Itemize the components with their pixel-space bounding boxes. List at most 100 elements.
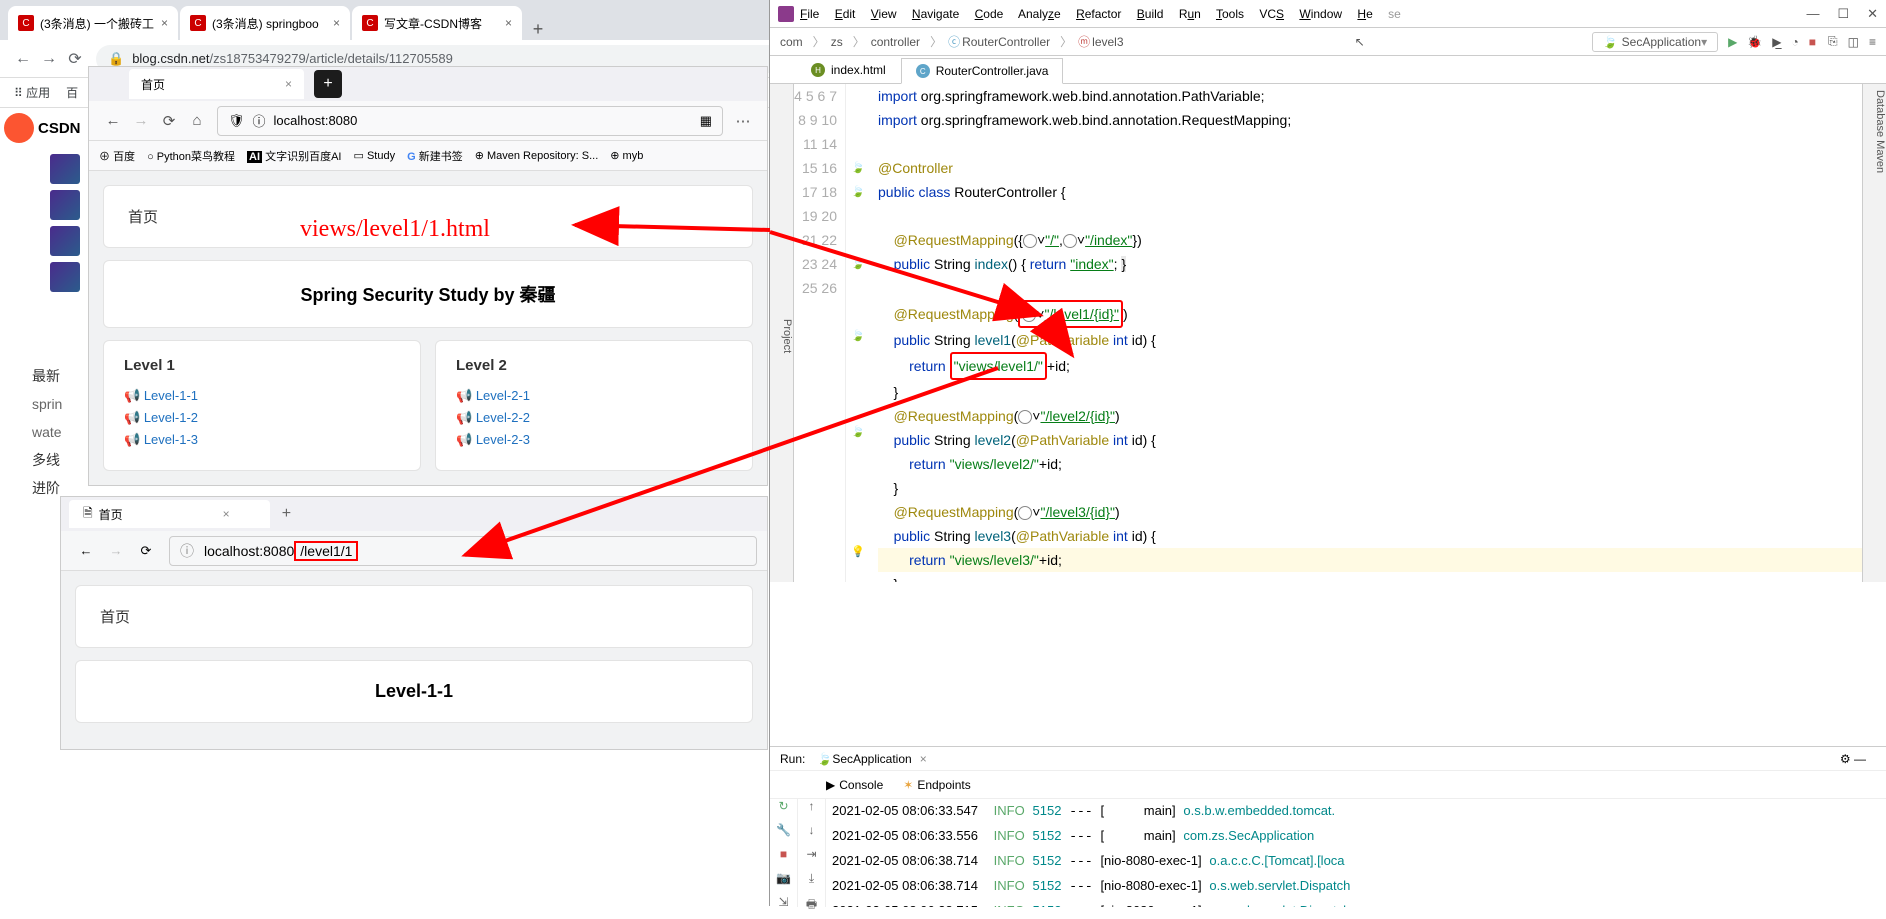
console-tab[interactable]: ▶Console — [826, 778, 883, 792]
git-icon[interactable]: ⎘ — [1828, 34, 1838, 49]
menu-vcs[interactable]: VCS — [1259, 7, 1284, 21]
up-icon[interactable]: ↑ — [798, 799, 825, 823]
back-icon[interactable]: ← — [10, 50, 36, 68]
menu-analyze[interactable]: Analyze — [1018, 7, 1061, 21]
level-link[interactable]: Level-2-1 — [456, 388, 732, 404]
firefox-tab[interactable]: 首页× — [129, 69, 304, 99]
reload-icon[interactable]: ⟳ — [62, 49, 88, 69]
close-icon[interactable]: × — [333, 16, 340, 30]
close-icon[interactable]: × — [161, 16, 168, 30]
search-hint[interactable]: se — [1388, 7, 1401, 21]
menu-navigate[interactable]: Navigate — [912, 7, 959, 21]
endpoints-tab[interactable]: ✶Endpoints — [903, 778, 970, 792]
menu-code[interactable]: Code — [975, 7, 1004, 21]
code-editor[interactable]: 4 5 6 7 8 9 10 11 14 15 16 17 18 19 20 2… — [794, 84, 1862, 582]
qr-icon[interactable]: ▦ — [700, 113, 712, 129]
down-icon[interactable]: ↓ — [798, 823, 825, 847]
apps-button[interactable]: ⠿ 应用 — [14, 84, 50, 101]
search-icon[interactable]: ◫ — [1848, 35, 1859, 49]
level-link[interactable]: Level-1-1 — [124, 388, 400, 404]
menu-tools[interactable]: Tools — [1216, 7, 1244, 21]
rerun-icon[interactable]: ↻ — [770, 799, 797, 823]
home-icon[interactable]: ⌂ — [183, 112, 211, 129]
back-arrow-icon[interactable]: ↖ — [1355, 35, 1365, 49]
stop-icon[interactable]: ■ — [770, 847, 797, 871]
scroll-icon[interactable]: ⤓ — [798, 871, 825, 895]
new-tab-button[interactable]: + — [314, 70, 342, 98]
menu-help[interactable]: He — [1357, 7, 1372, 21]
thumbnail[interactable] — [50, 154, 80, 184]
close-icon[interactable]: × — [223, 507, 230, 521]
address-bar[interactable]: 🛡ⓘlocalhost:8080▦ — [217, 106, 723, 136]
forward-icon[interactable]: → — [36, 50, 62, 68]
close-icon[interactable]: × — [505, 16, 512, 30]
breadcrumb[interactable]: RouterController — [962, 35, 1050, 49]
code-content[interactable]: import org.springframework.web.bind.anno… — [870, 84, 1862, 582]
back-icon[interactable]: ← — [99, 112, 127, 129]
address-bar[interactable]: ⓘlocalhost:8080/level1/1 — [169, 536, 757, 566]
csdn-logo[interactable]: CSDN — [0, 108, 88, 148]
run-icon[interactable]: ▶ — [1728, 35, 1737, 49]
editor-tab[interactable]: Hindex.html — [796, 57, 901, 83]
thumbnail[interactable] — [50, 190, 80, 220]
maximize-icon[interactable]: ☐ — [1837, 6, 1849, 22]
editor-tab[interactable]: CRouterController.java — [901, 58, 1064, 84]
right-tool-buttons[interactable]: Database Maven — [1862, 84, 1886, 582]
chrome-tab[interactable]: C(3条消息) springboo× — [180, 6, 350, 40]
camera-icon[interactable]: 📷 — [770, 871, 797, 895]
chrome-tab[interactable]: C(3条消息) 一个搬砖工× — [8, 6, 178, 40]
stop-icon[interactable]: ■ — [1809, 35, 1816, 49]
breadcrumb[interactable]: com — [780, 35, 803, 49]
menu-run[interactable]: Run — [1179, 7, 1201, 21]
bookmark-item[interactable]: ⊕ Maven Repository: S... — [475, 149, 599, 162]
level-link[interactable]: Level-2-2 — [456, 410, 732, 426]
menu-build[interactable]: Build — [1137, 7, 1164, 21]
bookmark-item[interactable]: ▭ Study — [353, 149, 395, 162]
gear-icon[interactable]: ⚙ — — [1840, 752, 1866, 766]
tool-icon[interactable]: 🔧 — [770, 823, 797, 847]
reload-icon[interactable]: ⟳ — [155, 112, 183, 130]
project-tool-button[interactable]: Project — [770, 84, 794, 582]
profile-icon[interactable]: ◔ — [1792, 35, 1799, 49]
coverage-icon[interactable]: ▶̲ — [1772, 35, 1781, 49]
print-icon[interactable]: 🖶 — [798, 895, 825, 919]
menu-window[interactable]: Window — [1299, 7, 1342, 21]
reload-icon[interactable]: ⟳ — [131, 543, 161, 559]
menu-icon[interactable]: ⋯ — [729, 112, 757, 130]
minimize-icon[interactable]: — — [1806, 6, 1819, 22]
level-link[interactable]: Level-1-3 — [124, 432, 400, 448]
close-icon[interactable]: × — [285, 77, 292, 91]
bookmark-item[interactable]: ○ Python菜鸟教程 — [147, 148, 235, 164]
menu-view[interactable]: View — [871, 7, 897, 21]
level-link[interactable]: Level-1-2 — [124, 410, 400, 426]
new-tab-button[interactable]: + — [524, 19, 552, 40]
console-output[interactable]: 2021-02-05 08:06:33.547 INFO 5152 --- [ … — [826, 799, 1886, 907]
bookmark-item[interactable]: ⊕ 百度 — [99, 148, 135, 164]
bookmark-item[interactable]: 百 — [66, 84, 78, 101]
back-icon[interactable]: ← — [71, 543, 101, 558]
settings-icon[interactable]: ≡ — [1869, 35, 1876, 49]
wrap-icon[interactable]: ⇥ — [798, 847, 825, 871]
thumbnail[interactable] — [50, 226, 80, 256]
bookmark-item[interactable]: G 新建书签 — [407, 148, 463, 164]
thumbnail[interactable] — [50, 262, 80, 292]
exit-icon[interactable]: ⇲ — [770, 895, 797, 919]
forward-icon[interactable]: → — [127, 112, 155, 129]
forward-icon[interactable]: → — [101, 543, 131, 558]
breadcrumb[interactable]: controller — [871, 35, 920, 49]
breadcrumb[interactable]: zs — [831, 35, 843, 49]
close-icon[interactable]: × — [920, 752, 927, 766]
menu-edit[interactable]: Edit — [835, 7, 856, 21]
menu-refactor[interactable]: Refactor — [1076, 7, 1121, 21]
run-config-selector[interactable]: 🍃SecApplication ▾ — [1592, 32, 1718, 52]
new-tab-button[interactable]: + — [282, 505, 291, 523]
chrome-tab[interactable]: C写文章-CSDN博客× — [352, 6, 522, 40]
breadcrumb[interactable]: level3 — [1092, 35, 1123, 49]
firefox-tab[interactable]: 🗎首页× — [69, 500, 270, 528]
bookmark-item[interactable]: ⊕ myb — [610, 149, 643, 162]
close-icon[interactable]: ✕ — [1867, 6, 1878, 22]
menu-file[interactable]: File — [800, 7, 819, 21]
bookmark-item[interactable]: AI 文字识别百度AI — [247, 148, 341, 164]
debug-icon[interactable]: 🐞 — [1747, 35, 1762, 49]
level-link[interactable]: Level-2-3 — [456, 432, 732, 448]
